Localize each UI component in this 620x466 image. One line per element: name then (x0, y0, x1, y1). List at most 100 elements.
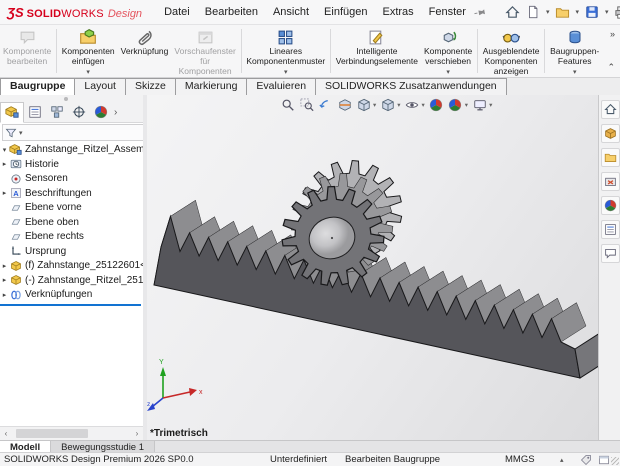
expand-arrow[interactable]: ▸ (0, 291, 9, 299)
design-library-icon[interactable] (601, 148, 620, 167)
linear-component-pattern-dropdown[interactable]: ▾ (284, 68, 288, 76)
tree-item-sensoren[interactable]: Sensoren (0, 172, 143, 187)
save-dropdown[interactable]: ▾ (605, 8, 609, 16)
scroll-left-arrow[interactable]: ‹ (0, 429, 12, 438)
resources-icon[interactable] (601, 124, 620, 143)
edit-mode-label: Bearbeiten Baugruppe (345, 454, 440, 465)
edit-appearance-icon[interactable] (429, 97, 444, 112)
tree-root-assembly[interactable]: ▾ Zahnstange_Ritzel_Assembly_2512260 (0, 142, 143, 157)
display-style-icon[interactable] (380, 97, 395, 112)
hide-show-items-icon[interactable] (405, 97, 420, 112)
expand-arrow[interactable]: ▸ (0, 262, 9, 270)
tab-configurationmanager[interactable] (46, 103, 68, 122)
open-dropdown[interactable]: ▾ (575, 8, 579, 16)
tree-item-ebene-vorne[interactable]: Ebene vorne (0, 201, 143, 216)
insert-components-dropdown[interactable]: ▾ (86, 68, 90, 76)
root-expand-arrow[interactable]: ▾ (0, 146, 9, 154)
custom-properties-icon[interactable] (601, 220, 620, 239)
apply-scene-icon[interactable] (448, 97, 463, 112)
home-button[interactable] (505, 4, 521, 20)
view-orientation-icon[interactable] (356, 97, 371, 112)
filter-dropdown[interactable]: ▾ (19, 129, 23, 137)
tab-layout[interactable]: Layout (74, 78, 126, 95)
menu-extras[interactable]: Extras (382, 6, 413, 18)
tree-item-ebene-rechts[interactable]: Ebene rechts (0, 230, 143, 245)
rollback-bar[interactable] (0, 304, 141, 306)
tab-displaymanager[interactable] (90, 103, 112, 122)
tree-item-verknuepfungen[interactable]: ▸ Verknüpfungen (0, 288, 143, 303)
file-explorer-icon[interactable] (601, 172, 620, 191)
move-component-icon (440, 28, 457, 46)
expand-arrow[interactable]: ▸ (0, 189, 9, 197)
ribbon-more-button[interactable]: » (610, 29, 615, 39)
tree-item-beschriftungen[interactable]: ▸ Beschriftungen (0, 186, 143, 201)
tree-horizontal-scrollbar[interactable]: ‹ › (0, 426, 143, 440)
tag-icon[interactable] (580, 454, 592, 466)
tab-baugruppe[interactable]: Baugruppe (0, 78, 75, 95)
annotations-icon (9, 187, 22, 199)
menu-datei[interactable]: Datei (164, 6, 190, 18)
zoom-to-area-icon[interactable] (299, 97, 314, 112)
move-component-dropdown[interactable]: ▾ (446, 68, 450, 76)
tab-evaluieren[interactable]: Evaluieren (246, 78, 316, 95)
hide-show-items-dropdown[interactable]: ▾ (422, 101, 425, 109)
show-hidden-components-button[interactable]: Ausgeblendete Komponenten anzeigen (480, 25, 543, 77)
scroll-right-arrow[interactable]: › (131, 429, 143, 438)
panel-toggle-icon[interactable] (598, 454, 610, 466)
display-style-dropdown[interactable]: ▾ (397, 101, 400, 109)
appearances-icon[interactable] (601, 196, 620, 215)
linear-component-pattern-button[interactable]: Lineares Komponentenmuster ▾ (243, 25, 328, 77)
menu-ansicht[interactable]: Ansicht (273, 6, 309, 18)
forum-icon[interactable] (601, 244, 620, 263)
tab-skizze[interactable]: Skizze (125, 78, 176, 95)
home-tab-icon[interactable] (601, 100, 620, 119)
assembly-features-button[interactable]: Baugruppen-Features ▾ (547, 25, 603, 77)
graphics-viewport[interactable]: Yxz ▾ ▾ ▾ ▾ ▾ *Trimetrisch (147, 95, 598, 440)
assembly-features-dropdown[interactable]: ▾ (573, 68, 577, 76)
view-settings-dropdown[interactable]: ▾ (489, 101, 492, 109)
tab-featuremanager[interactable] (0, 102, 24, 123)
open-button[interactable] (554, 4, 570, 20)
ribbon-collapse-button[interactable]: ⌃ (607, 62, 615, 73)
units-selector[interactable]: MMGS (505, 454, 535, 465)
view-orientation-dropdown[interactable]: ▾ (373, 101, 376, 109)
expand-arrow[interactable]: ▸ (0, 160, 9, 168)
tree-item-zahnstange[interactable]: ▸ (f) Zahnstange_25122601<1> (Sta (0, 259, 143, 274)
expand-arrow[interactable]: ▸ (0, 276, 9, 284)
brand-name-bold: SOLID (27, 8, 62, 20)
menu-bearbeiten[interactable]: Bearbeiten (205, 6, 258, 18)
tree-item-ebene-oben[interactable]: Ebene oben (0, 215, 143, 230)
units-dropdown[interactable]: ▴ (560, 456, 564, 464)
previous-view-icon[interactable] (318, 97, 333, 112)
resize-grip[interactable] (611, 457, 619, 465)
scrollbar-thumb[interactable] (16, 429, 88, 438)
tree-filter[interactable]: ▾ (2, 124, 144, 141)
tab-dimxpertmanager[interactable] (68, 103, 90, 122)
zoom-to-fit-icon[interactable] (280, 97, 295, 112)
ribbon-separator (241, 29, 242, 73)
tree-item-zahnstange-ritzel[interactable]: ▸ (-) Zahnstange_Ritzel_25122601<1 (0, 273, 143, 288)
smart-fasteners-button[interactable]: Intelligente Verbindungselemente (333, 25, 421, 77)
new-document-button[interactable] (525, 4, 541, 20)
panel-tabs-more-button[interactable]: › (114, 107, 117, 118)
tab-propertymanager[interactable] (24, 103, 46, 122)
new-document-dropdown[interactable]: ▾ (546, 8, 550, 16)
tree-item-ursprung[interactable]: Ursprung (0, 244, 143, 259)
rack-and-pinion-model[interactable]: Yxz (147, 95, 598, 440)
menu-fenster[interactable]: Fenster (429, 6, 466, 18)
move-component-button[interactable]: Komponente verschieben ▾ (421, 25, 475, 77)
section-view-icon[interactable] (337, 97, 352, 112)
svg-text:Y: Y (159, 359, 164, 366)
save-button[interactable] (584, 4, 600, 20)
mate-button[interactable]: Verknüpfung (118, 25, 172, 77)
apply-scene-dropdown[interactable]: ▾ (465, 101, 468, 109)
tab-markierung[interactable]: Markierung (175, 78, 248, 95)
pin-menubar-icon[interactable] (472, 2, 490, 21)
insert-components-button[interactable]: Komponenten einfügen ▾ (59, 25, 118, 77)
menu-einfuegen[interactable]: Einfügen (324, 6, 367, 18)
view-settings-icon[interactable] (472, 97, 487, 112)
tab-zusatzanwendungen[interactable]: SOLIDWORKS Zusatzanwendungen (315, 78, 507, 95)
tree-item-historie[interactable]: ▸ Historie (0, 157, 143, 172)
scrollbar-track[interactable] (12, 429, 131, 438)
print-button[interactable] (614, 4, 620, 20)
